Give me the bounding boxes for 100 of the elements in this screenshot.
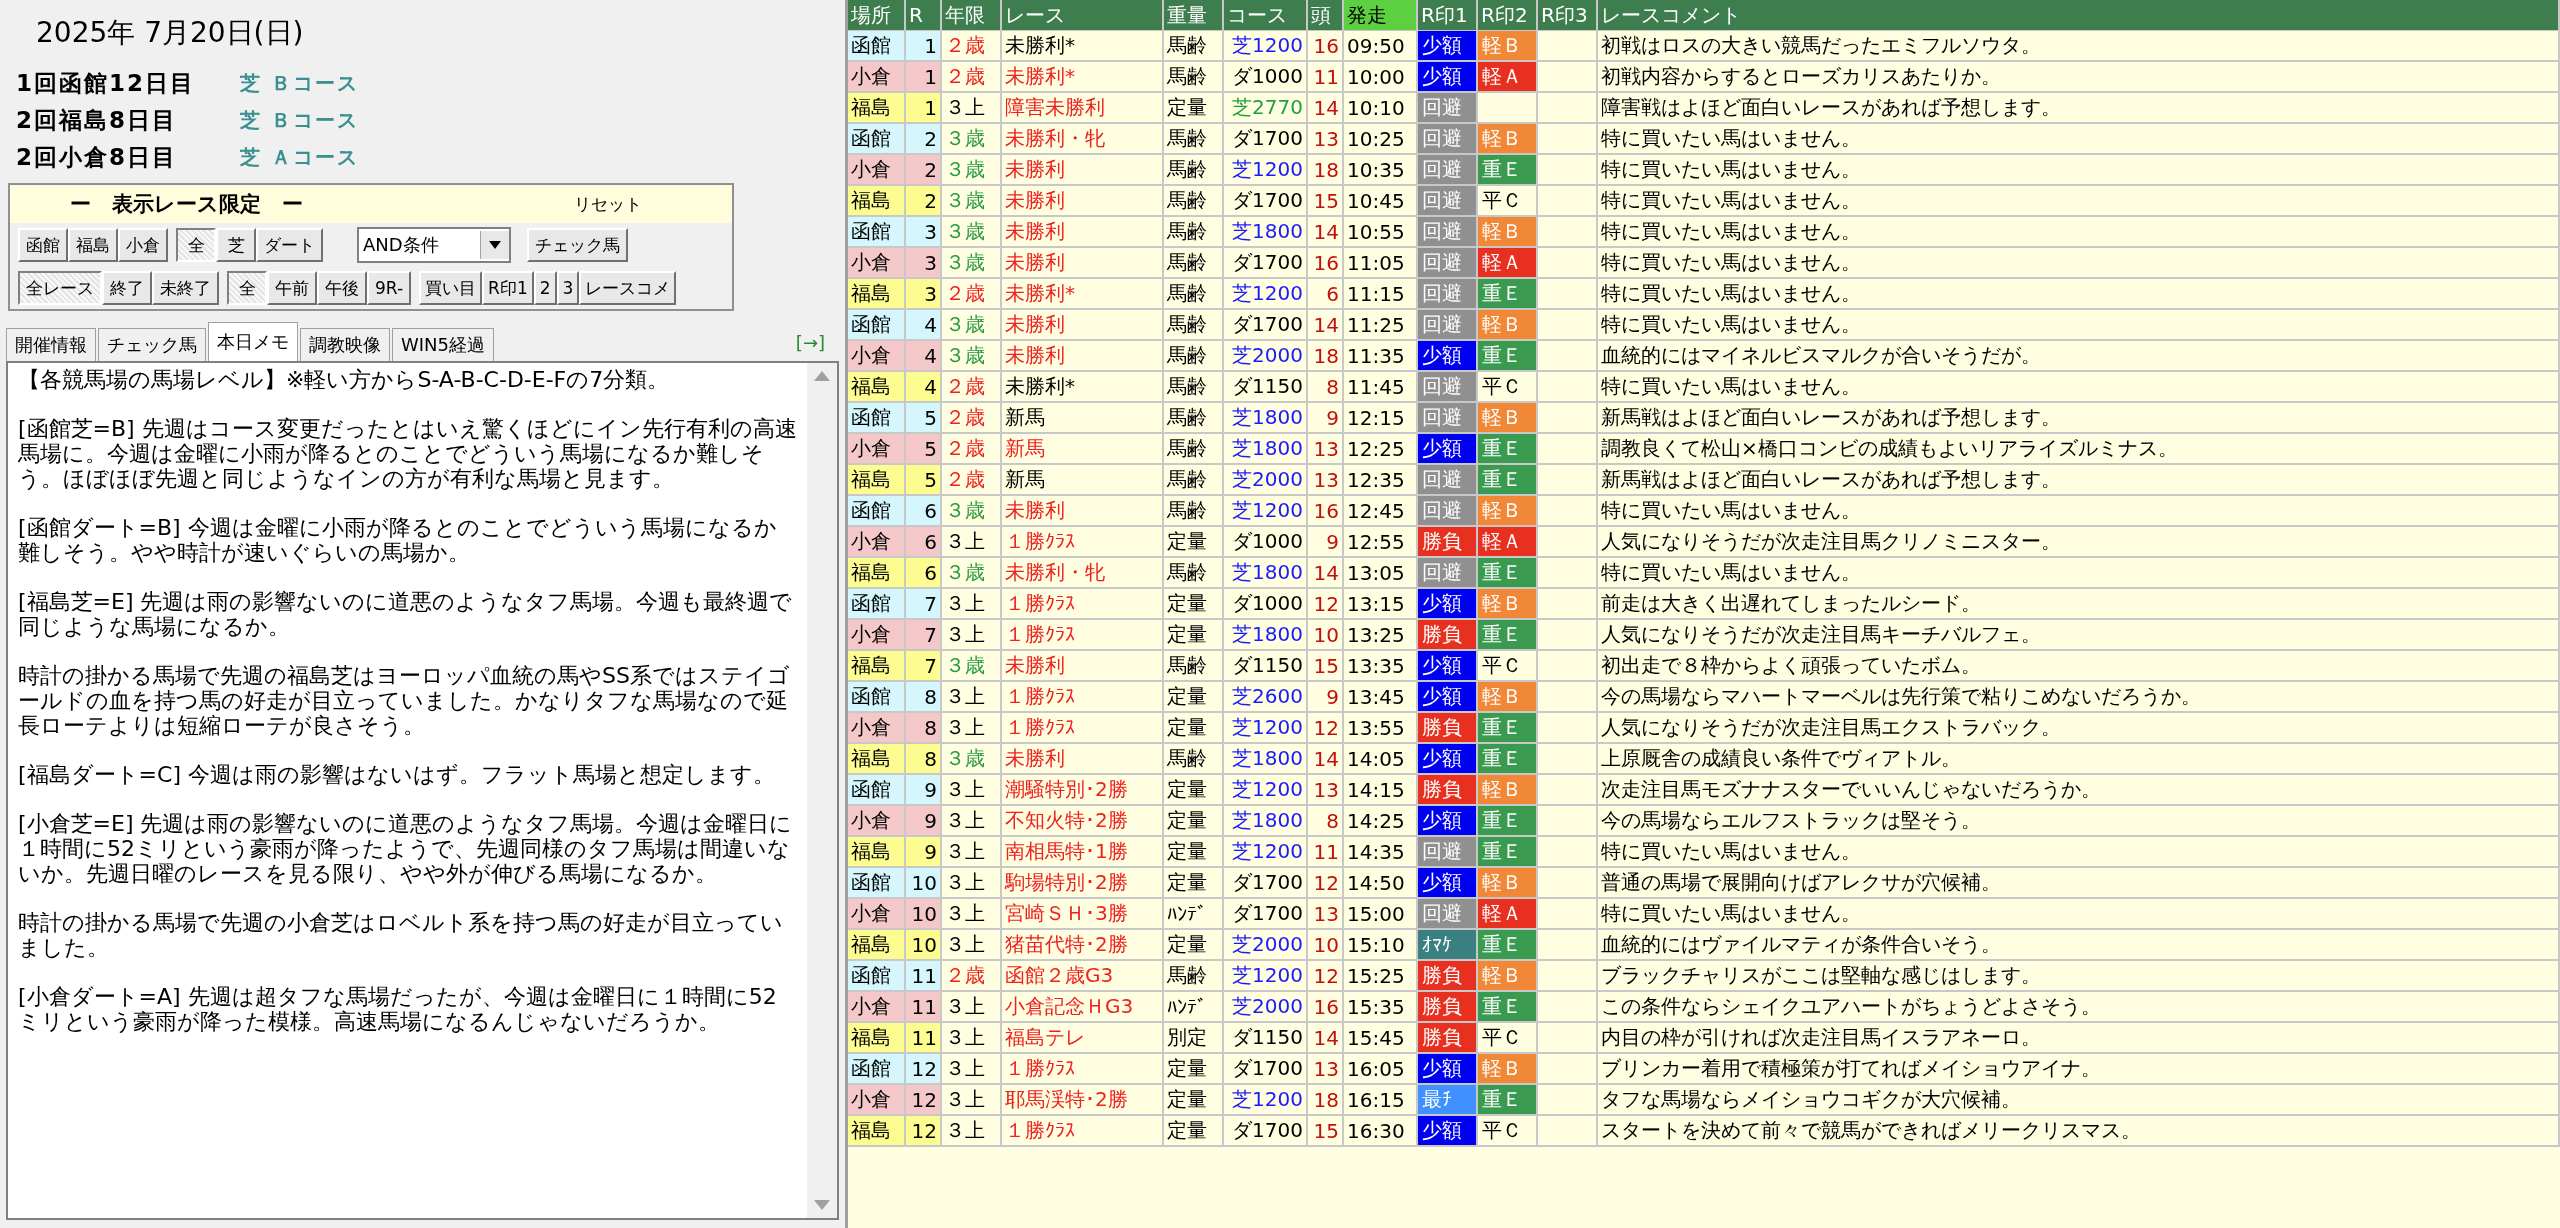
runners-cell: 18 (1308, 1085, 1344, 1116)
filter-button[interactable]: 未終了 (152, 271, 219, 305)
column-header[interactable]: 発走 (1344, 0, 1418, 31)
comment-cell: 特に買いたい馬はいません。 (1598, 558, 2560, 589)
mark-tag: 少額 (1418, 341, 1478, 372)
mark-tag: 少額 (1418, 1116, 1478, 1147)
race-name-cell: 猪苗代特･2勝 (1002, 930, 1164, 961)
filter-button[interactable]: 全 (176, 228, 216, 262)
toolbar-button[interactable]: 3 (556, 271, 580, 305)
mark-tag: 勝負 (1418, 1023, 1478, 1054)
column-header[interactable]: レース (1002, 0, 1164, 31)
filter-button[interactable]: 午後 (317, 271, 367, 305)
race-name-cell: 未勝利・牝 (1002, 124, 1164, 155)
comment-cell: ブラックチャリスがここは堅軸な感じはします。 (1598, 961, 2560, 992)
race-number-cell: 10 (906, 868, 942, 899)
column-header[interactable]: 場所 (848, 0, 906, 31)
mark-tag: 最ﾁ (1418, 1085, 1478, 1116)
race-number-cell: 8 (906, 744, 942, 775)
course-cell: 芝1800 (1224, 434, 1308, 465)
toolbar-button[interactable]: 2 (533, 271, 557, 305)
mark-tag: 軽Ａ (1478, 899, 1538, 930)
filter-button[interactable]: 小倉 (118, 228, 168, 262)
column-header[interactable]: R (906, 0, 942, 31)
weight-cell: 馬齢 (1164, 434, 1224, 465)
race-number-cell: 6 (906, 558, 942, 589)
course-cell: 芝1800 (1224, 403, 1308, 434)
mark-tag: 重Ｅ (1478, 930, 1538, 961)
tab[interactable]: 本日メモ (208, 322, 298, 361)
scrollbar[interactable] (807, 363, 837, 1218)
filter-button[interactable]: 福島 (68, 228, 118, 262)
filter-button[interactable]: 全 (227, 271, 267, 305)
venue-cell: 小倉 (848, 620, 906, 651)
tab[interactable]: 開催情報 (6, 328, 96, 361)
mark-tag: 勝負 (1418, 775, 1478, 806)
comment-cell: 特に買いたい馬はいません。 (1598, 310, 2560, 341)
reset-link[interactable]: リセット (574, 192, 642, 216)
scroll-down-arrow-icon[interactable] (814, 1200, 830, 1210)
venue-cell: 小倉 (848, 1085, 906, 1116)
age-cell: ３歳 (942, 558, 1002, 589)
mark-tag: 回避 (1418, 279, 1478, 310)
course-cell: ダ1700 (1224, 310, 1308, 341)
course-cell: ダ1000 (1224, 589, 1308, 620)
tab[interactable]: 調教映像 (300, 328, 390, 361)
runners-cell: 14 (1308, 217, 1344, 248)
venue-cell: 小倉 (848, 992, 906, 1023)
age-cell: ２歳 (942, 279, 1002, 310)
column-header[interactable]: R印1 (1418, 0, 1478, 31)
filter-button[interactable]: 全レース (18, 271, 102, 305)
scroll-up-arrow-icon[interactable] (814, 371, 830, 381)
runners-cell: 10 (1308, 930, 1344, 961)
mark-tag: 軽Ａ (1478, 62, 1538, 93)
tab[interactable]: チェック馬 (98, 328, 206, 361)
mark-tag: 少額 (1418, 651, 1478, 682)
column-header[interactable]: R印3 (1538, 0, 1598, 31)
age-cell: ３歳 (942, 651, 1002, 682)
filter-button[interactable]: 函館 (18, 228, 68, 262)
venue-cell: 函館 (848, 682, 906, 713)
weight-cell: 別定 (1164, 1023, 1224, 1054)
weight-cell: 定量 (1164, 1054, 1224, 1085)
filter-button[interactable]: 9R- (367, 271, 412, 305)
race-number-cell: 12 (906, 1116, 942, 1147)
race-number-cell: 6 (906, 527, 942, 558)
venue-cell: 福島 (848, 1116, 906, 1147)
filter-button[interactable]: 芝 (216, 228, 256, 262)
column-header[interactable]: 年限 (942, 0, 1002, 31)
column-header[interactable]: コース (1224, 0, 1308, 31)
runners-cell: 16 (1308, 31, 1344, 62)
course-cell: 芝2600 (1224, 682, 1308, 713)
filter-button[interactable]: ダート (256, 228, 323, 262)
mark-tag: 少額 (1418, 1054, 1478, 1085)
comment-cell: 調教良くて松山×橋口コンビの成績もよいリアライズルミナス。 (1598, 434, 2560, 465)
weight-cell: 定量 (1164, 1085, 1224, 1116)
runners-cell: 9 (1308, 527, 1344, 558)
runners-cell: 14 (1308, 1023, 1344, 1054)
column-header[interactable]: R印2 (1478, 0, 1538, 31)
toolbar-button[interactable]: R印1 (482, 271, 534, 305)
tab[interactable]: WIN5経過 (392, 328, 495, 361)
column-header[interactable]: 頭 (1308, 0, 1344, 31)
filter-button[interactable]: 終了 (102, 271, 152, 305)
meeting-label: 2回福島8日目 (16, 106, 178, 135)
mark-tag: 回避 (1418, 837, 1478, 868)
column-header[interactable]: レースコメント (1598, 0, 2560, 31)
dropdown-caret-icon (489, 241, 501, 249)
mark-tag: 重Ｅ (1478, 341, 1538, 372)
check-horse-button[interactable]: チェック馬 (527, 228, 628, 262)
filter-button[interactable]: 午前 (267, 271, 317, 305)
weight-cell: 馬齢 (1164, 372, 1224, 403)
toolbar-button[interactable]: レースコメ (579, 271, 677, 305)
race-name-cell: 未勝利・牝 (1002, 558, 1164, 589)
expand-link[interactable]: [→] (795, 331, 825, 353)
column-header[interactable]: 重量 (1164, 0, 1224, 31)
mark-tag: 重Ｅ (1478, 558, 1538, 589)
memo-textarea[interactable] (6, 361, 839, 1220)
condition-dropdown[interactable]: AND条件 (357, 227, 511, 263)
race-number-cell: 11 (906, 1023, 942, 1054)
toolbar-button[interactable]: 買い目 (419, 271, 483, 305)
race-number-cell: 7 (906, 651, 942, 682)
venue-cell: 福島 (848, 651, 906, 682)
mark-tag: 回避 (1418, 899, 1478, 930)
venue-cell: 函館 (848, 1054, 906, 1085)
